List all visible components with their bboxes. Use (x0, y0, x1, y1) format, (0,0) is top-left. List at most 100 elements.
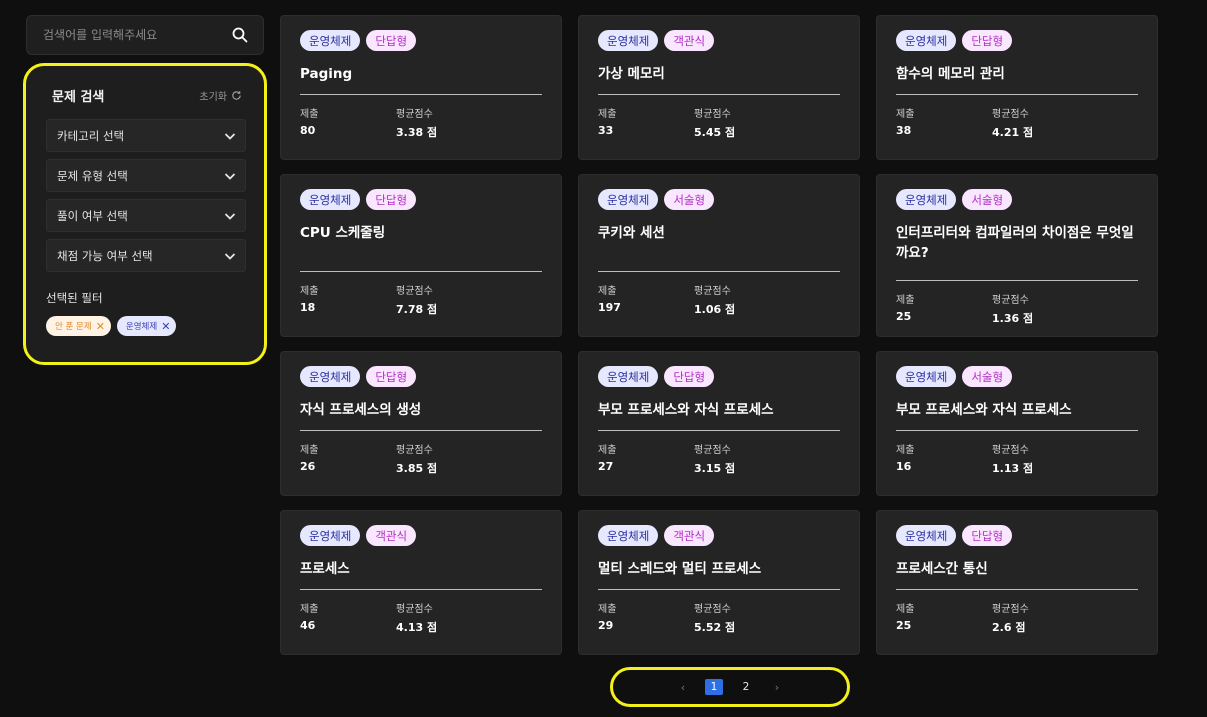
avg-score: 3.15 점 (694, 462, 736, 475)
submit-count: 16 (896, 460, 912, 473)
avg-label: 평균점수 (694, 109, 731, 120)
submit-count: 27 (598, 460, 614, 473)
question-title: 쿠키와 세션 (598, 225, 665, 241)
close-icon[interactable]: ✕ (161, 320, 170, 333)
question-card[interactable]: 운영체제 객관식 가상 메모리 제출 33 평균점수 5.45 점 (578, 15, 860, 160)
submit-label: 제출 (896, 295, 915, 306)
question-title: 부모 프로세스와 자식 프로세스 (896, 402, 1072, 418)
submit-label: 제출 (300, 604, 319, 615)
submit-label: 제출 (598, 286, 617, 297)
question-card[interactable]: 운영체제 서술형 쿠키와 세션 제출 197 평균점수 1.06 점 (578, 174, 860, 337)
search-input[interactable] (43, 28, 231, 42)
avg-score: 7.78 점 (396, 303, 438, 316)
avg-score: 4.21 점 (992, 126, 1034, 139)
submit-count: 197 (598, 301, 621, 314)
question-type-select[interactable]: 문제 유형 선택 (46, 159, 246, 192)
divider (300, 94, 542, 95)
filter-chip-unsolved[interactable]: 안 푼 문제 ✕ (46, 316, 111, 336)
type-tag: 단답형 (962, 30, 1013, 51)
search-box (26, 15, 264, 55)
submit-count: 46 (300, 619, 316, 632)
submit-label: 제출 (300, 445, 319, 456)
prev-page-button[interactable]: ‹ (668, 681, 698, 694)
avg-label: 평균점수 (396, 445, 433, 456)
avg-score: 5.52 점 (694, 621, 736, 634)
submit-label: 제출 (598, 109, 617, 120)
submit-count: 38 (896, 124, 912, 137)
avg-label: 평균점수 (992, 295, 1029, 306)
page-button-1[interactable]: 1 (705, 679, 723, 695)
question-title: 멀티 스레드와 멀티 프로세스 (598, 561, 762, 577)
divider (598, 430, 840, 431)
type-tag: 서술형 (962, 366, 1013, 387)
divider (300, 271, 542, 272)
divider (300, 589, 542, 590)
reset-button[interactable]: 초기화 (199, 88, 242, 103)
chevron-down-icon (224, 172, 236, 180)
question-card[interactable]: 운영체제 객관식 프로세스 제출 46 평균점수 4.13 점 (280, 510, 562, 655)
avg-score: 2.6 점 (992, 621, 1026, 634)
chevron-down-icon (224, 132, 236, 140)
avg-label: 평균점수 (992, 109, 1029, 120)
question-title: Paging (300, 66, 353, 82)
chip-label: 운영체제 (125, 322, 158, 332)
type-tag: 단답형 (366, 189, 417, 210)
solved-select-label: 풀이 여부 선택 (57, 208, 128, 223)
category-tag: 운영체제 (300, 525, 361, 546)
gradable-select-label: 채점 가능 여부 선택 (57, 248, 153, 263)
question-card[interactable]: 운영체제 단답형 프로세스간 통신 제출 25 평균점수 2.6 점 (876, 510, 1158, 655)
chip-label: 안 푼 문제 (55, 322, 92, 332)
selected-filter-chips: 안 푼 문제 ✕ 운영체제 ✕ (46, 316, 244, 336)
avg-label: 평균점수 (396, 109, 433, 120)
question-card[interactable]: 운영체제 객관식 멀티 스레드와 멀티 프로세스 제출 29 평균점수 5.52 점 (578, 510, 860, 655)
category-select[interactable]: 카테고리 선택 (46, 119, 246, 152)
divider (598, 589, 840, 590)
avg-score: 3.38 점 (396, 126, 438, 139)
category-tag: 운영체제 (598, 366, 659, 387)
submit-label: 제출 (300, 109, 319, 120)
solved-select[interactable]: 풀이 여부 선택 (46, 199, 246, 232)
question-title: 프로세스간 통신 (896, 561, 988, 577)
submit-label: 제출 (598, 445, 617, 456)
question-card[interactable]: 운영체제 단답형 CPU 스케줄링 제출 18 평균점수 7.78 점 (280, 174, 562, 337)
avg-score: 1.06 점 (694, 303, 736, 316)
submit-count: 25 (896, 310, 912, 323)
category-tag: 운영체제 (896, 30, 957, 51)
question-title: CPU 스케줄링 (300, 225, 386, 241)
page-button-2[interactable]: 2 (737, 679, 755, 695)
type-tag: 단답형 (664, 366, 715, 387)
question-type-select-label: 문제 유형 선택 (57, 168, 128, 183)
category-tag: 운영체제 (896, 189, 957, 210)
category-tag: 운영체제 (896, 525, 957, 546)
avg-label: 평균점수 (992, 445, 1029, 456)
filter-title: 문제 검색 (52, 90, 105, 105)
question-card[interactable]: 운영체제 서술형 부모 프로세스와 자식 프로세스 제출 16 평균점수 1.13 점 (876, 351, 1158, 496)
question-card[interactable]: 운영체제 서술형 인터프리터와 컴파일러의 차이점은 무엇일까요? 제출 25 평균점… (876, 174, 1158, 337)
type-tag: 서술형 (664, 189, 715, 210)
filter-chip-os[interactable]: 운영체제 ✕ (116, 316, 177, 336)
category-tag: 운영체제 (896, 366, 957, 387)
search-icon[interactable] (231, 26, 249, 44)
close-icon[interactable]: ✕ (96, 320, 105, 333)
question-card[interactable]: 운영체제 단답형 자식 프로세스의 생성 제출 26 평균점수 3.85 점 (280, 351, 562, 496)
submit-count: 18 (300, 301, 316, 314)
question-card[interactable]: 운영체제 단답형 함수의 메모리 관리 제출 38 평균점수 4.21 점 (876, 15, 1158, 160)
avg-label: 평균점수 (694, 286, 731, 297)
question-card[interactable]: 운영체제 단답형 Paging 제출 80 평균점수 3.38 점 (280, 15, 562, 160)
chevron-down-icon (224, 212, 236, 220)
gradable-select[interactable]: 채점 가능 여부 선택 (46, 239, 246, 272)
question-card[interactable]: 운영체제 단답형 부모 프로세스와 자식 프로세스 제출 27 평균점수 3.15 점 (578, 351, 860, 496)
avg-score: 3.85 점 (396, 462, 438, 475)
avg-score: 4.13 점 (396, 621, 438, 634)
avg-label: 평균점수 (396, 604, 433, 615)
avg-label: 평균점수 (992, 604, 1029, 615)
type-tag: 객관식 (664, 525, 715, 546)
type-tag: 서술형 (962, 189, 1013, 210)
next-page-button[interactable]: › (762, 681, 792, 694)
submit-count: 25 (896, 619, 912, 632)
avg-score: 1.13 점 (992, 462, 1034, 475)
refresh-icon (232, 91, 241, 100)
category-tag: 운영체제 (598, 189, 659, 210)
filter-panel: 문제 검색 초기화 카테고리 선택 문제 유형 선택 풀이 여부 선택 채점 가… (23, 63, 267, 365)
question-title: 인터프리터와 컴파일러의 차이점은 무엇일까요? (896, 225, 1134, 261)
